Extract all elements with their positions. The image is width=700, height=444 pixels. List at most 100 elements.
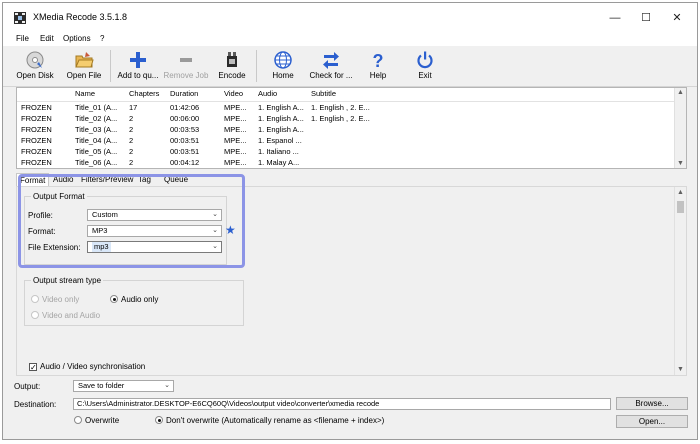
cell-name: Title_03 (A... bbox=[75, 125, 118, 134]
cell-video: MPE... bbox=[224, 147, 247, 156]
dont-overwrite-radio[interactable]: Don't overwrite (Automatically rename as… bbox=[155, 416, 384, 425]
table-row[interactable]: FROZEN Title_05 (A... 2 00:03:51 MPE... … bbox=[17, 146, 686, 157]
cell-source: FROZEN bbox=[21, 147, 52, 156]
cell-name: Title_06 (A... bbox=[75, 158, 118, 167]
cell-chapters: 2 bbox=[129, 147, 134, 156]
title-list-scrollbar[interactable]: ▲ ▼ bbox=[674, 88, 686, 168]
check-for-label: Check for ... bbox=[309, 71, 353, 80]
av-sync-checkbox[interactable]: ✓ Audio / Video synchronisation bbox=[29, 362, 146, 372]
output-value: Save to folder bbox=[78, 381, 125, 390]
scroll-up-arrow-icon[interactable]: ▲ bbox=[677, 189, 684, 196]
exit-label: Exit bbox=[418, 71, 432, 80]
overwrite-label: Overwrite bbox=[85, 416, 120, 425]
toolbar-separator bbox=[110, 50, 111, 82]
destination-label: Destination: bbox=[14, 400, 57, 409]
cell-duration: 00:03:51 bbox=[170, 147, 200, 156]
menu-options[interactable]: Options bbox=[63, 34, 91, 43]
video-only-label: Video only bbox=[42, 295, 80, 304]
radio-circle-icon bbox=[110, 295, 118, 303]
open-file-label: Open File bbox=[66, 71, 102, 80]
cell-source: FROZEN bbox=[21, 136, 52, 145]
cell-duration: 00:03:51 bbox=[170, 136, 200, 145]
menu-file[interactable]: File bbox=[16, 34, 29, 43]
open-disk-button[interactable]: Open Disk bbox=[13, 48, 57, 84]
close-button[interactable]: ✕ bbox=[665, 9, 689, 27]
toolbar: Open Disk Open File Add to qu... Remove … bbox=[3, 46, 697, 87]
cell-video: MPE... bbox=[224, 158, 247, 167]
scroll-down-arrow-icon[interactable]: ▼ bbox=[677, 160, 684, 167]
header-name[interactable]: Name bbox=[75, 89, 95, 98]
scrollbar-thumb[interactable] bbox=[677, 201, 684, 213]
video-and-audio-label: Video and Audio bbox=[42, 311, 101, 320]
destination-field[interactable]: C:\Users\Administrator.DESKTOP-E6CQ60Q\V… bbox=[73, 398, 611, 410]
add-to-queue-button[interactable]: Add to qu... bbox=[113, 48, 163, 84]
table-row[interactable]: FROZEN Title_01 (A... 17 01:42:06 MPE...… bbox=[17, 102, 686, 113]
cell-subtitle: 1. English , 2. E... bbox=[311, 103, 370, 112]
minus-icon bbox=[180, 58, 192, 62]
table-row[interactable]: FROZEN Title_06 (A... 2 00:04:12 MPE... … bbox=[17, 157, 686, 168]
radio-circle-icon bbox=[31, 295, 39, 303]
cell-audio: 1. English A... bbox=[258, 114, 304, 123]
open-disk-label: Open Disk bbox=[16, 71, 54, 80]
cell-video: MPE... bbox=[224, 103, 247, 112]
folder-icon bbox=[75, 52, 94, 68]
cell-chapters: 2 bbox=[129, 114, 134, 123]
app-window: XMedia Recode 3.5.1.8 — ☐ ✕ File Edit Op… bbox=[2, 2, 698, 440]
browse-button[interactable]: Browse... bbox=[616, 397, 688, 410]
exit-button[interactable]: Exit bbox=[408, 48, 442, 84]
film-icon bbox=[227, 52, 237, 67]
table-row[interactable]: FROZEN Title_04 (A... 2 00:03:51 MPE... … bbox=[17, 135, 686, 146]
cell-chapters: 17 bbox=[129, 103, 138, 112]
disc-icon bbox=[26, 51, 44, 69]
cell-chapters: 2 bbox=[129, 136, 134, 145]
annotation-highlight bbox=[18, 174, 245, 268]
cell-subtitle: 1. English , 2. E... bbox=[311, 114, 370, 123]
cell-name: Title_02 (A... bbox=[75, 114, 118, 123]
plus-icon bbox=[130, 52, 146, 68]
encode-label: Encode bbox=[218, 71, 246, 80]
encode-button[interactable]: Encode bbox=[213, 48, 251, 84]
video-only-radio[interactable]: Video only bbox=[31, 295, 79, 304]
check-for-updates-button[interactable]: Check for ... bbox=[306, 48, 356, 84]
app-icon bbox=[14, 12, 26, 24]
globe-icon bbox=[274, 51, 292, 69]
table-row[interactable]: FROZEN Title_03 (A... 2 00:03:53 MPE... … bbox=[17, 124, 686, 135]
audio-only-radio[interactable]: Audio only bbox=[110, 295, 158, 304]
radio-circle-icon bbox=[31, 311, 39, 319]
header-subtitle[interactable]: Subtitle bbox=[311, 89, 336, 98]
remove-job-label: Remove Job bbox=[163, 71, 209, 80]
header-duration[interactable]: Duration bbox=[170, 89, 198, 98]
minimize-button[interactable]: — bbox=[603, 9, 627, 27]
format-panel-scrollbar[interactable]: ▲ ▼ bbox=[674, 187, 686, 375]
cell-audio: 1. Malay A... bbox=[258, 158, 300, 167]
remove-job-button[interactable]: Remove Job bbox=[163, 48, 209, 84]
svg-text:?: ? bbox=[373, 51, 384, 70]
toolbar-separator bbox=[256, 50, 257, 82]
table-row[interactable]: FROZEN Title_02 (A... 2 00:06:00 MPE... … bbox=[17, 113, 686, 124]
help-button[interactable]: ? Help bbox=[361, 48, 395, 84]
overwrite-radio[interactable]: Overwrite bbox=[74, 416, 119, 425]
output-label: Output: bbox=[14, 382, 41, 391]
maximize-button[interactable]: ☐ bbox=[634, 9, 658, 27]
open-file-button[interactable]: Open File bbox=[63, 48, 105, 84]
scroll-up-arrow-icon[interactable]: ▲ bbox=[677, 89, 684, 96]
output-stream-type-title: Output stream type bbox=[31, 276, 104, 285]
open-button[interactable]: Open... bbox=[616, 415, 688, 428]
av-sync-label: Audio / Video synchronisation bbox=[40, 362, 146, 371]
video-and-audio-radio[interactable]: Video and Audio bbox=[31, 311, 100, 320]
title-list[interactable]: Name Chapters Duration Video Audio Subti… bbox=[16, 87, 687, 169]
output-dropdown[interactable]: Save to folder ⌄ bbox=[73, 380, 174, 392]
home-label: Home bbox=[272, 71, 294, 80]
add-to-queue-label: Add to qu... bbox=[117, 71, 159, 80]
cell-source: FROZEN bbox=[21, 114, 52, 123]
header-video[interactable]: Video bbox=[224, 89, 243, 98]
header-chapters[interactable]: Chapters bbox=[129, 89, 159, 98]
scroll-down-arrow-icon[interactable]: ▼ bbox=[677, 366, 684, 373]
menu-edit[interactable]: Edit bbox=[40, 34, 54, 43]
radio-circle-icon bbox=[155, 416, 163, 424]
window-title: XMedia Recode 3.5.1.8 bbox=[33, 12, 128, 22]
home-button[interactable]: Home bbox=[265, 48, 301, 84]
menu-help[interactable]: ? bbox=[100, 34, 104, 43]
cell-audio: 1. English A... bbox=[258, 125, 304, 134]
header-audio[interactable]: Audio bbox=[258, 89, 277, 98]
